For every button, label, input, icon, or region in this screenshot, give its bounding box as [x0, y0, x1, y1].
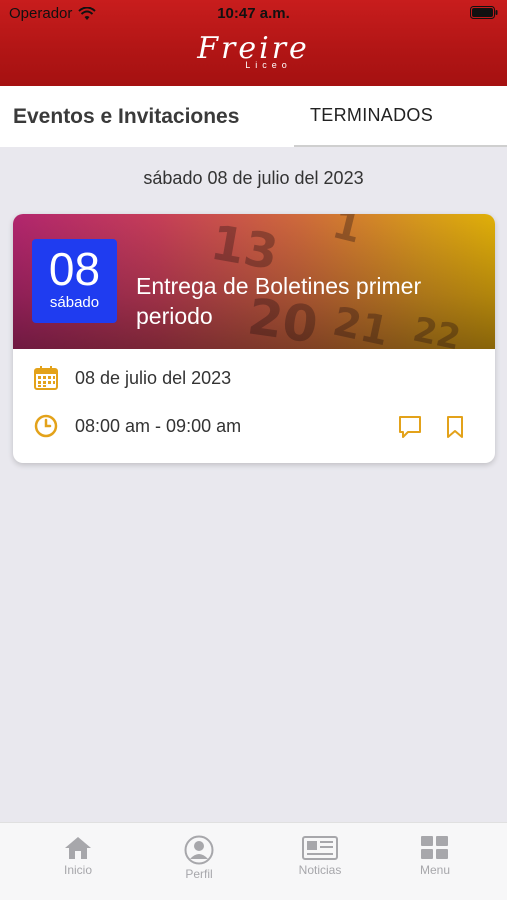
date-heading: sábado 08 de julio del 2023: [143, 168, 364, 188]
bookmark-icon[interactable]: [441, 413, 469, 441]
tab-finished[interactable]: TERMINADOS: [294, 86, 507, 147]
badge-weekday: sábado: [49, 294, 100, 311]
tabbar-label: Noticias: [298, 863, 342, 877]
tabbar-item-noticias[interactable]: Noticias: [275, 835, 365, 877]
brand-subtitle: Liceo: [245, 60, 292, 70]
grid-icon: [421, 836, 448, 859]
badge-day: 08: [48, 243, 101, 295]
event-card[interactable]: 13 1 20 21 22 08 sábado Entrega de Bolet…: [13, 214, 495, 463]
tabbar-label: Inicio: [63, 863, 92, 877]
profile-icon: [184, 835, 214, 865]
tabbar-item-menu[interactable]: Menu: [390, 835, 480, 877]
bottom-tab-bar: Inicio Perfil Noticias Menu: [0, 822, 507, 900]
segment-tabs: Eventos e Invitaciones TERMINADOS: [0, 86, 507, 147]
calendar-icon: [33, 365, 59, 391]
brand-logo: Freire Liceo: [0, 34, 507, 71]
comment-icon[interactable]: [396, 413, 424, 441]
event-title: Entrega de Boletines primer periodo: [136, 273, 422, 329]
event-time-text: 08:00 am - 09:00 am: [75, 415, 242, 436]
tab-events[interactable]: Eventos e Invitaciones: [0, 86, 294, 147]
event-date-row: 08 de julio del 2023: [33, 365, 231, 391]
clock-icon: [33, 413, 59, 439]
news-icon: [302, 836, 338, 860]
app-header: Operador 10:47 a.m. Freire Liceo: [0, 0, 507, 86]
status-time: 10:47 a.m.: [217, 5, 290, 22]
event-time-row: 08:00 am - 09:00 am: [33, 413, 241, 439]
battery-icon: [470, 6, 498, 23]
date-badge: 08 sábado: [32, 239, 117, 323]
status-bar: Operador 10:47 a.m.: [0, 0, 507, 26]
event-banner: 13 1 20 21 22 08 sábado Entrega de Bolet…: [13, 214, 495, 349]
event-date-text: 08 de julio del 2023: [75, 367, 232, 388]
tabbar-label: Menu: [419, 863, 451, 877]
tabbar-item-perfil[interactable]: Perfil: [154, 835, 244, 881]
tabbar-label: Perfil: [185, 867, 213, 881]
tabbar-item-inicio[interactable]: Inicio: [33, 835, 123, 877]
home-icon: [65, 837, 91, 859]
